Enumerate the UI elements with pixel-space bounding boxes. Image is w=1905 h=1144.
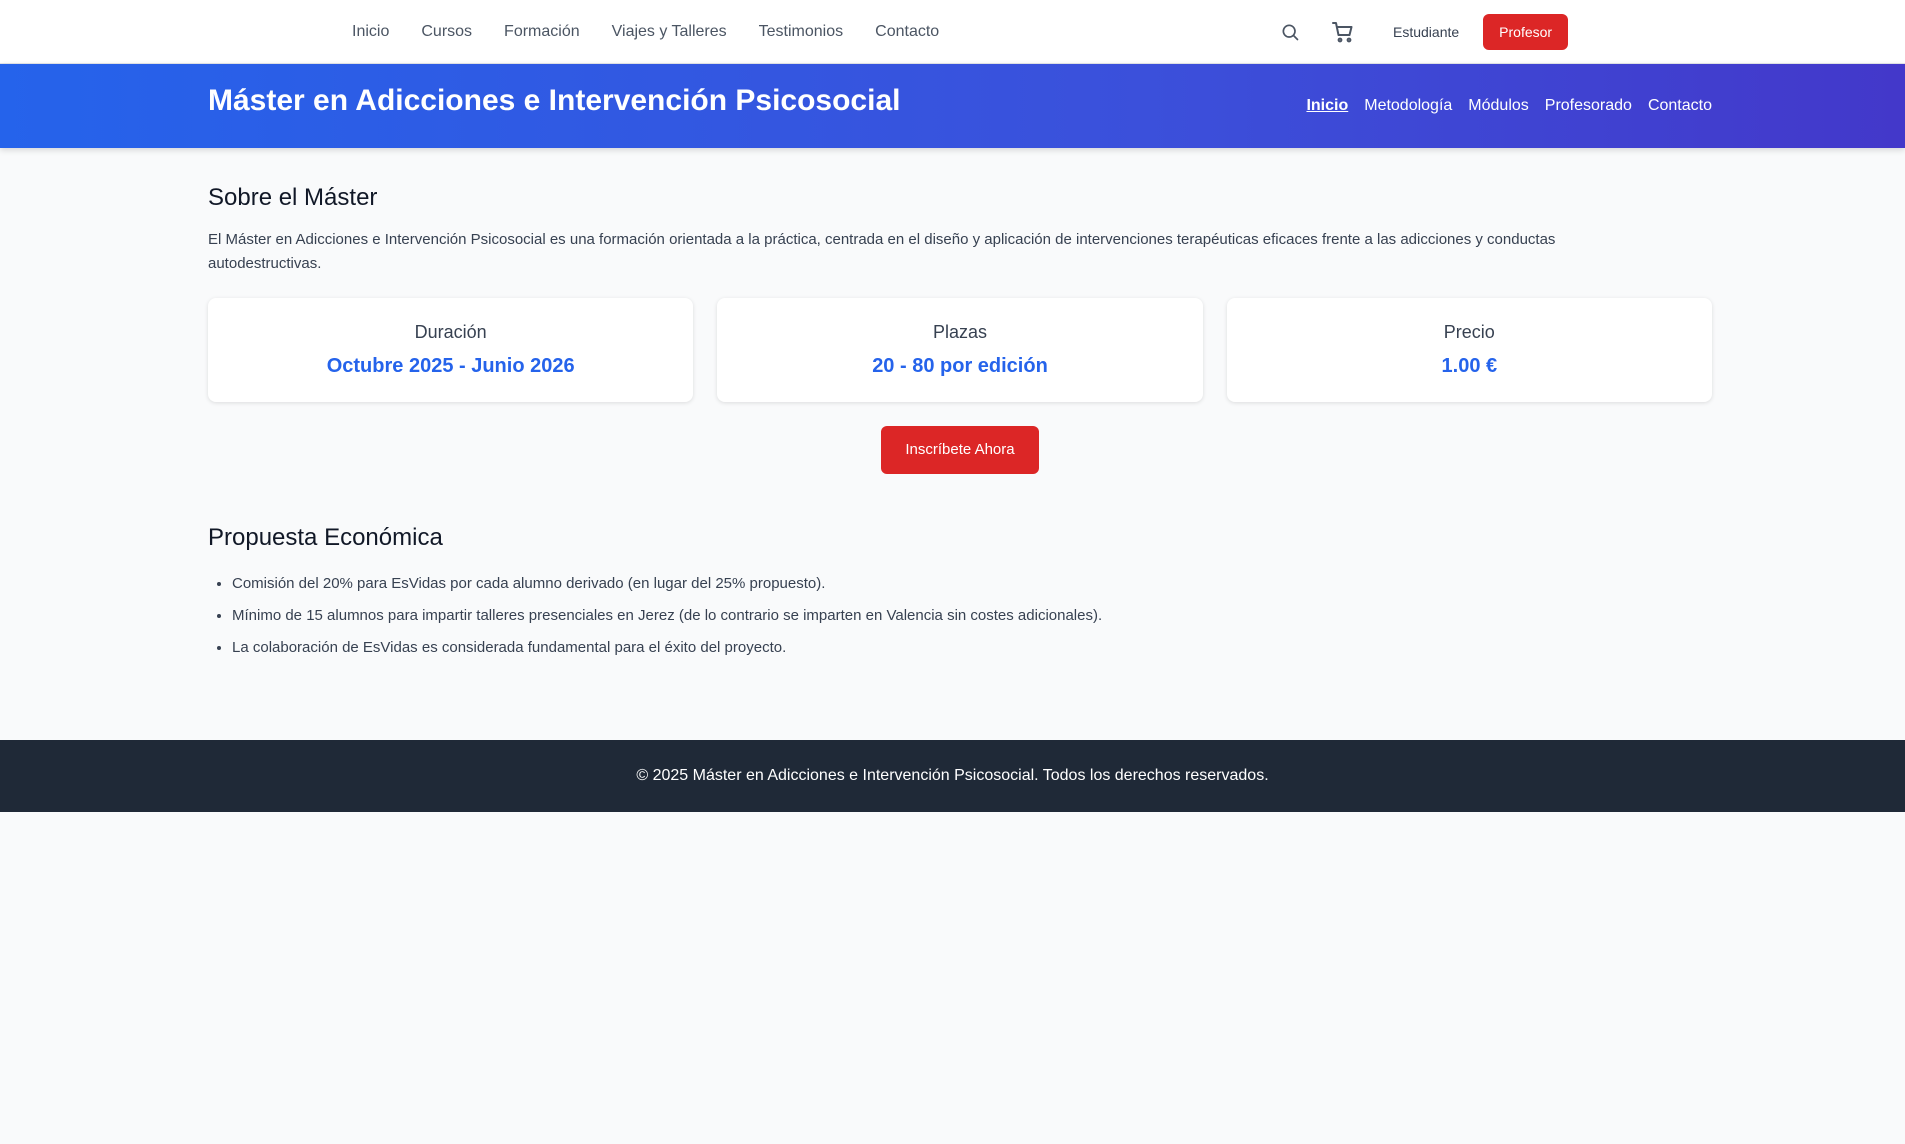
section-nav: Inicio Metodología Módulos Profesorado C… (1306, 64, 1712, 148)
section-link-profesorado[interactable]: Profesorado (1545, 97, 1632, 115)
section-link-metodologia[interactable]: Metodología (1364, 97, 1452, 115)
main-nav: Inicio Cursos Formación Viajes y Tallere… (352, 0, 939, 64)
card-label: Precio (1443, 322, 1495, 342)
footer: © 2025 Máster en Adicciones e Intervenci… (0, 740, 1905, 812)
navbar-actions: Estudiante Profesor (1278, 0, 1569, 64)
info-cards: Duración Octubre 2025 - Junio 2026 Plaza… (208, 298, 1712, 402)
nav-link-testimonios[interactable]: Testimonios (759, 23, 843, 41)
enroll-container: Inscríbete Ahora (208, 426, 1712, 474)
enroll-button[interactable]: Inscríbete Ahora (881, 426, 1039, 474)
nav-link-viajes-talleres[interactable]: Viajes y Talleres (612, 23, 727, 41)
hero-banner: Máster en Adicciones e Intervención Psic… (0, 64, 1905, 148)
search-icon[interactable] (1278, 20, 1302, 44)
nav-link-cursos[interactable]: Cursos (421, 23, 472, 41)
main-content: Sobre el Máster El Máster en Adicciones … (208, 148, 1712, 664)
list-item: Mínimo de 15 alumnos para impartir talle… (232, 600, 1712, 632)
about-description: El Máster en Adicciones e Intervención P… (208, 231, 1556, 272)
duration-card: Duración Octubre 2025 - Junio 2026 (208, 298, 694, 402)
card-label: Duración (414, 322, 487, 342)
cart-icon[interactable] (1331, 20, 1355, 44)
card-label: Plazas (932, 322, 987, 342)
card-value: 20 - 80 por edición (872, 355, 1048, 377)
list-item: La colaboración de EsVidas es considerad… (232, 632, 1712, 664)
footer-copyright: © 2025 Máster en Adicciones e Intervenci… (636, 767, 1269, 784)
about-title: Sobre el Máster (208, 184, 378, 211)
section-link-modulos[interactable]: Módulos (1468, 97, 1528, 115)
nav-link-contacto[interactable]: Contacto (875, 23, 939, 41)
nav-link-inicio[interactable]: Inicio (352, 23, 389, 41)
section-link-contacto[interactable]: Contacto (1648, 97, 1712, 115)
list-item: Comisión del 20% para EsVidas por cada a… (232, 568, 1712, 600)
nav-link-formacion[interactable]: Formación (504, 23, 580, 41)
page-title: Máster en Adicciones e Intervención Psic… (208, 84, 901, 117)
price-card: Precio 1.00 € (1226, 298, 1712, 402)
student-login-button[interactable]: Estudiante (1393, 16, 1459, 48)
section-link-inicio[interactable]: Inicio (1306, 97, 1348, 115)
card-value: 1.00 € (1441, 355, 1498, 377)
top-navbar: Inicio Cursos Formación Viajes y Tallere… (0, 0, 1905, 64)
proposal-list: Comisión del 20% para EsVidas por cada a… (208, 568, 1712, 664)
seats-card: Plazas 20 - 80 por edición (717, 298, 1203, 402)
teacher-login-button[interactable]: Profesor (1483, 14, 1569, 50)
proposal-title: Propuesta Económica (208, 524, 443, 551)
card-value: Octubre 2025 - Junio 2026 (326, 355, 575, 377)
